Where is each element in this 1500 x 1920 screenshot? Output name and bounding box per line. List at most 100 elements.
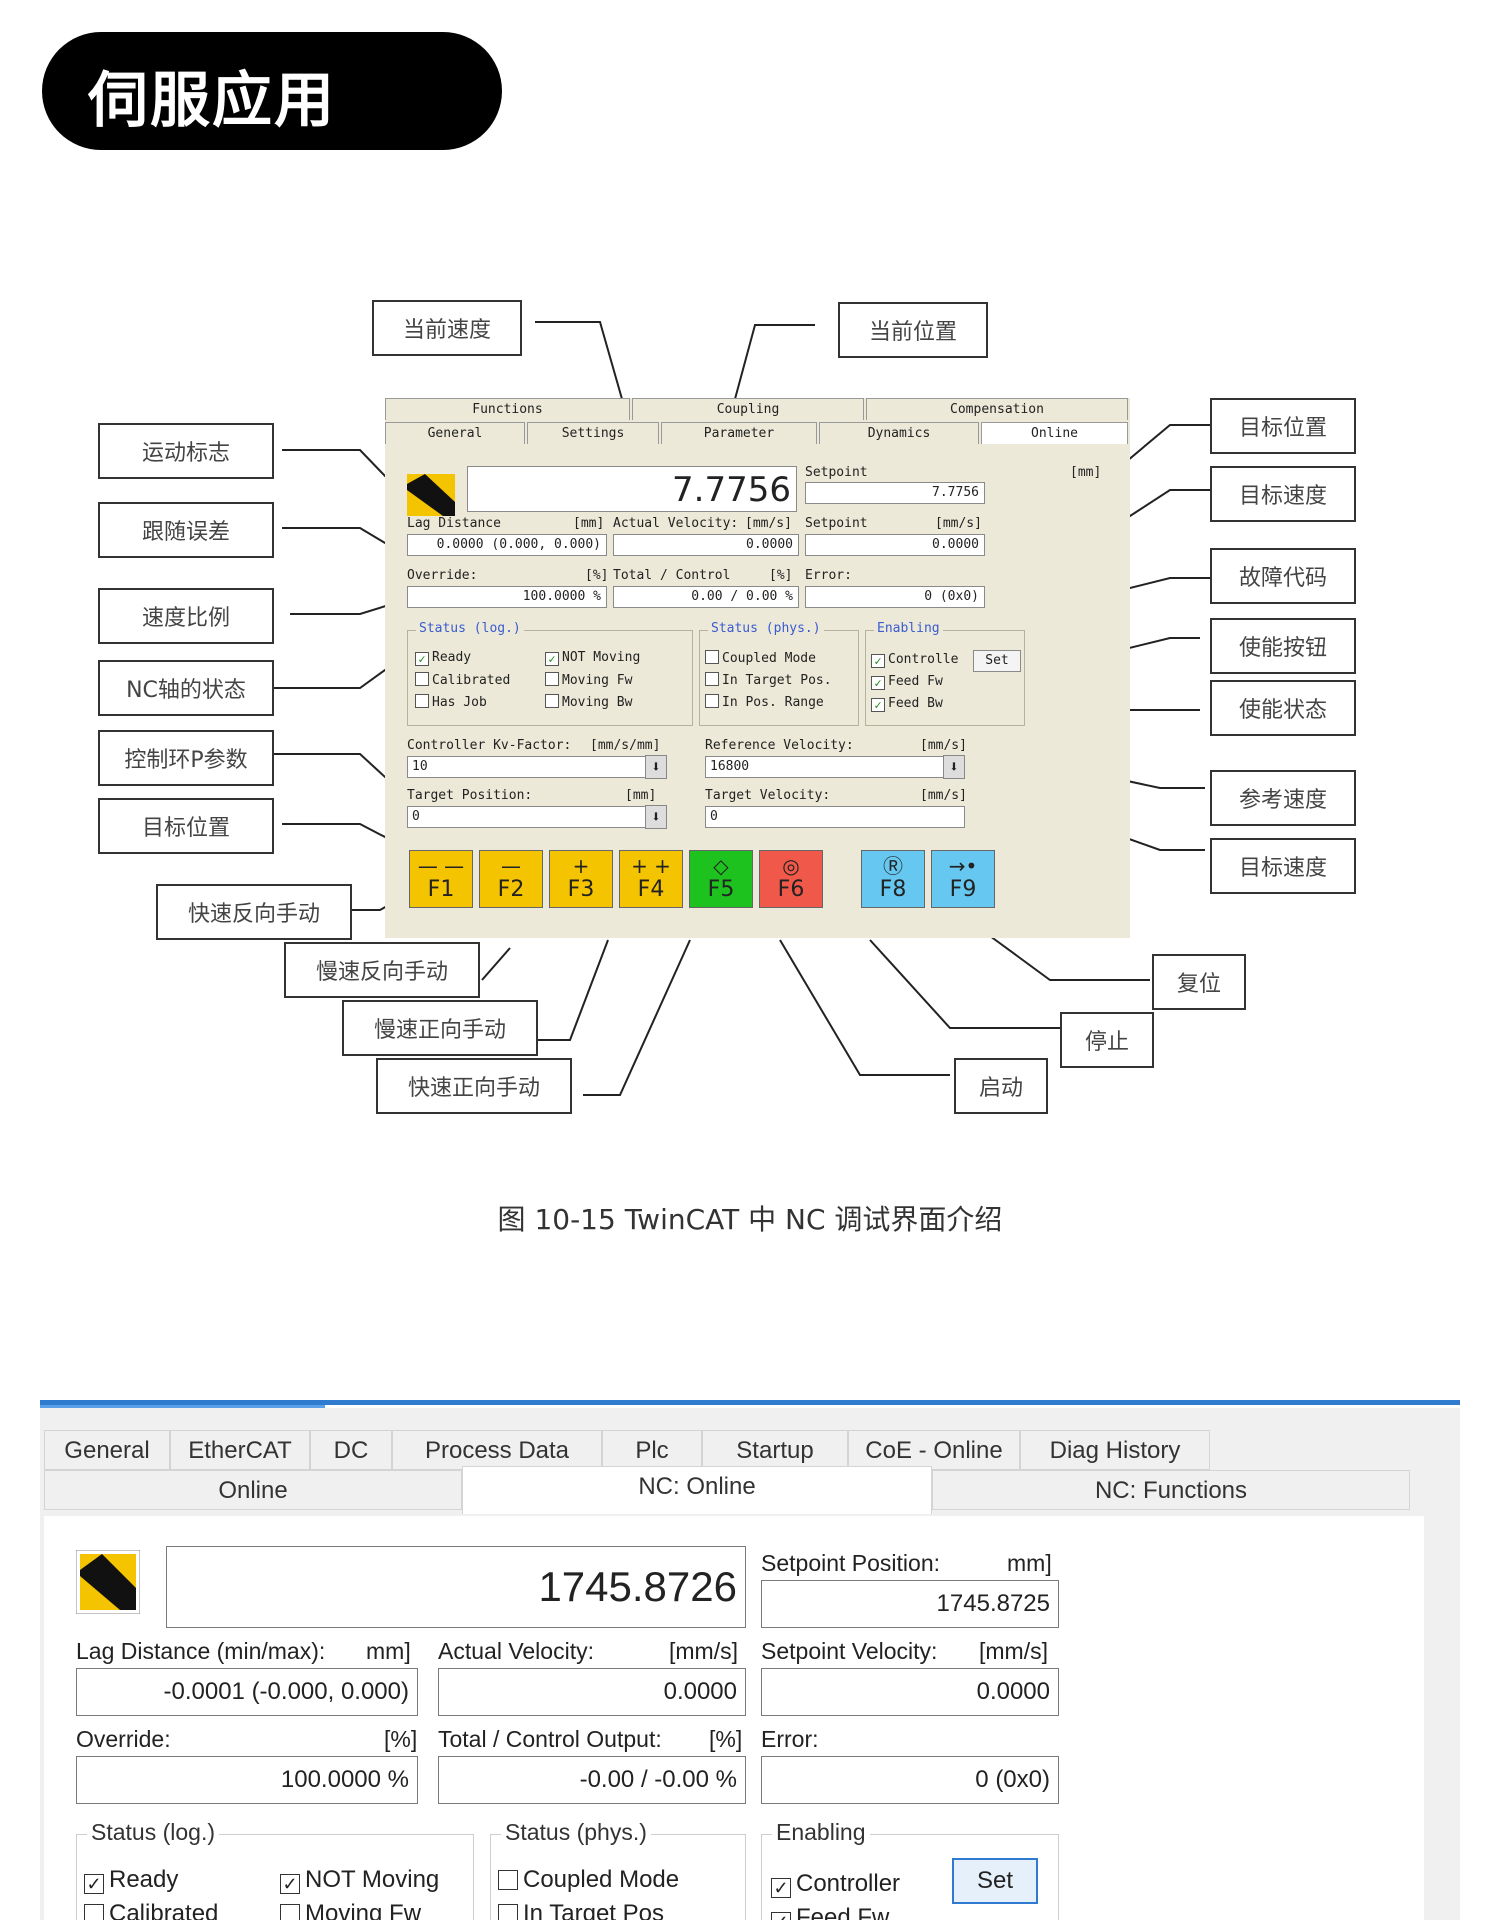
old-cb-moving-bw[interactable]: Moving Bw xyxy=(545,694,632,710)
slow-forward-icon: + xyxy=(572,854,590,878)
old-tab-coupling[interactable]: Coupling xyxy=(632,398,864,420)
label-fast-reverse-jog: 快速反向手动 xyxy=(156,884,352,940)
old-cb-ready[interactable]: ✓ Ready xyxy=(415,650,471,666)
tab-nc-functions[interactable]: NC: Functions xyxy=(932,1470,1410,1510)
override-unit: [%] xyxy=(384,1726,418,1752)
label-lag-error: 跟随误差 xyxy=(98,502,274,558)
old-sp-vel-label: Setpoint xyxy=(805,516,868,531)
label-reset: 复位 xyxy=(1152,954,1246,1010)
reset-button[interactable]: Ⓡ F8 xyxy=(861,850,925,908)
old-ref-vel-download-icon[interactable]: ⬇ xyxy=(943,755,965,779)
checkbox-controller[interactable]: ✓ Controller xyxy=(771,1870,900,1898)
old-status-log-title: Status (log.) xyxy=(416,621,524,636)
old-cb-coupled[interactable]: Coupled Mode xyxy=(705,650,816,666)
stop-button[interactable]: ◎ F6 xyxy=(759,850,823,908)
label-enable-state: 使能状态 xyxy=(1210,680,1356,736)
old-tab-parameter[interactable]: Parameter xyxy=(661,422,817,444)
f9-button[interactable]: →• F9 xyxy=(931,850,995,908)
old-target-vel-unit: [mm/s] xyxy=(920,788,967,803)
tab-dc[interactable]: DC xyxy=(310,1430,392,1470)
jog-slow-reverse-button[interactable]: — F2 xyxy=(479,850,543,908)
old-setpoint-label: Setpoint xyxy=(805,465,868,480)
tab-diag-history[interactable]: Diag History xyxy=(1020,1430,1210,1470)
old-set-button[interactable]: Set xyxy=(973,650,1021,672)
override-label: Override: xyxy=(76,1726,171,1752)
old-target-pos-field[interactable]: 0 xyxy=(407,806,647,828)
old-ref-vel-field[interactable]: 16800 xyxy=(705,756,945,778)
old-cb-has-job[interactable]: Has Job xyxy=(415,694,487,710)
tab-nc-online[interactable]: NC: Online xyxy=(462,1466,932,1514)
checkbox-moving-fw[interactable]: Moving Fw xyxy=(280,1900,421,1920)
error-field: 0 (0x0) xyxy=(761,1756,1059,1804)
total-control-output-unit: [%] xyxy=(709,1726,743,1752)
fast-reverse-icon: — — xyxy=(417,854,465,878)
old-kv-label: Controller Kv-Factor: xyxy=(407,738,572,753)
button-key: F9 xyxy=(949,877,977,902)
old-target-pos-download-icon[interactable]: ⬇ xyxy=(645,805,667,829)
actual-velocity-field: 0.0000 xyxy=(438,1668,746,1716)
tab-coe-online[interactable]: CoE - Online xyxy=(848,1430,1020,1470)
old-cb-has-job-label: Has Job xyxy=(432,695,487,710)
old-kv-download-icon[interactable]: ⬇ xyxy=(645,755,667,779)
old-target-vel-field[interactable]: 0 xyxy=(705,806,965,828)
old-nc-online-panel: Functions Coupling Compensation General … xyxy=(385,398,1130,938)
label-slow-reverse-jog: 慢速反向手动 xyxy=(284,942,480,998)
old-cb-not-moving[interactable]: ✓ NOT Moving xyxy=(545,650,640,666)
jog-fast-reverse-button[interactable]: — — F1 xyxy=(409,850,473,908)
tab-ethercat[interactable]: EtherCAT xyxy=(170,1430,310,1470)
checkbox-ready[interactable]: ✓ Ready xyxy=(84,1866,178,1894)
checkbox-feed-fw[interactable]: ✓ Feed Fw xyxy=(771,1904,889,1920)
button-key: F6 xyxy=(777,877,805,902)
button-key: F2 xyxy=(497,877,525,902)
setpoint-position-unit: mm] xyxy=(1007,1550,1052,1576)
old-cb-in-target[interactable]: In Target Pos. xyxy=(705,672,832,688)
lag-distance-unit: mm] xyxy=(366,1638,411,1664)
enable-set-button[interactable]: Set xyxy=(952,1858,1038,1904)
checkbox-icon: ✓ xyxy=(280,1874,300,1894)
old-tab-compensation[interactable]: Compensation xyxy=(866,398,1128,420)
checkbox-icon xyxy=(545,694,559,708)
old-cb-moving-fw-label: Moving Fw xyxy=(562,673,633,688)
label-fault-code: 故障代码 xyxy=(1210,548,1356,604)
checkbox-coupled-mode[interactable]: Coupled Mode xyxy=(498,1866,679,1894)
tab-online[interactable]: Online xyxy=(44,1470,462,1510)
checkbox-not-moving[interactable]: ✓ NOT Moving xyxy=(280,1866,439,1894)
motion-flag-icon xyxy=(407,474,455,516)
old-cb-controller[interactable]: ✓ Controlle xyxy=(871,652,958,668)
tab-process-data[interactable]: Process Data xyxy=(392,1430,602,1470)
button-key: F8 xyxy=(879,877,907,902)
old-override-field: 100.0000 % xyxy=(407,586,607,608)
old-ref-vel-label: Reference Velocity: xyxy=(705,738,854,753)
fast-forward-icon: + + xyxy=(631,854,671,878)
tab-plc[interactable]: Plc xyxy=(602,1430,702,1470)
old-lag-field: 0.0000 (0.000, 0.000) xyxy=(407,534,607,556)
old-cb-calibrated-label: Calibrated xyxy=(432,673,511,688)
old-kv-field[interactable]: 10 xyxy=(407,756,647,778)
old-setpoint-field: 7.7756 xyxy=(805,482,985,504)
old-error-field: 0 (0x0) xyxy=(805,586,985,608)
old-tab-general[interactable]: General xyxy=(385,422,525,444)
old-cb-calibrated[interactable]: Calibrated xyxy=(415,672,510,688)
old-tab-online[interactable]: Online xyxy=(981,422,1128,444)
old-tab-settings[interactable]: Settings xyxy=(527,422,659,444)
tab-general[interactable]: General xyxy=(44,1430,170,1470)
jog-slow-forward-button[interactable]: + F3 xyxy=(549,850,613,908)
old-position-display: 7.7756 xyxy=(467,466,797,512)
old-tab-dynamics[interactable]: Dynamics xyxy=(819,422,979,444)
old-setpoint-unit: [mm] xyxy=(1070,465,1102,480)
old-tab-functions[interactable]: Functions xyxy=(385,398,630,420)
checkbox-calibrated[interactable]: Calibrated xyxy=(84,1900,218,1920)
old-cb-feed-fw[interactable]: ✓ Feed Fw xyxy=(871,674,943,690)
old-cb-in-pos-range[interactable]: In Pos. Range xyxy=(705,694,824,710)
label-reference-velocity: 参考速度 xyxy=(1210,770,1356,826)
jog-fast-forward-button[interactable]: + + F4 xyxy=(619,850,683,908)
old-cb-moving-fw[interactable]: Moving Fw xyxy=(545,672,632,688)
checkbox-moving-fw-label: Moving Fw xyxy=(305,1900,422,1920)
old-override-unit: [%] xyxy=(585,568,609,583)
old-cb-feed-bw[interactable]: ✓ Feed Bw xyxy=(871,696,943,712)
old-enabling-title: Enabling xyxy=(874,621,943,636)
tab-startup[interactable]: Startup xyxy=(702,1430,848,1470)
label-stop: 停止 xyxy=(1060,1012,1154,1068)
checkbox-in-target-pos[interactable]: In Target Pos xyxy=(498,1900,664,1920)
start-button[interactable]: ◇ F5 xyxy=(689,850,753,908)
